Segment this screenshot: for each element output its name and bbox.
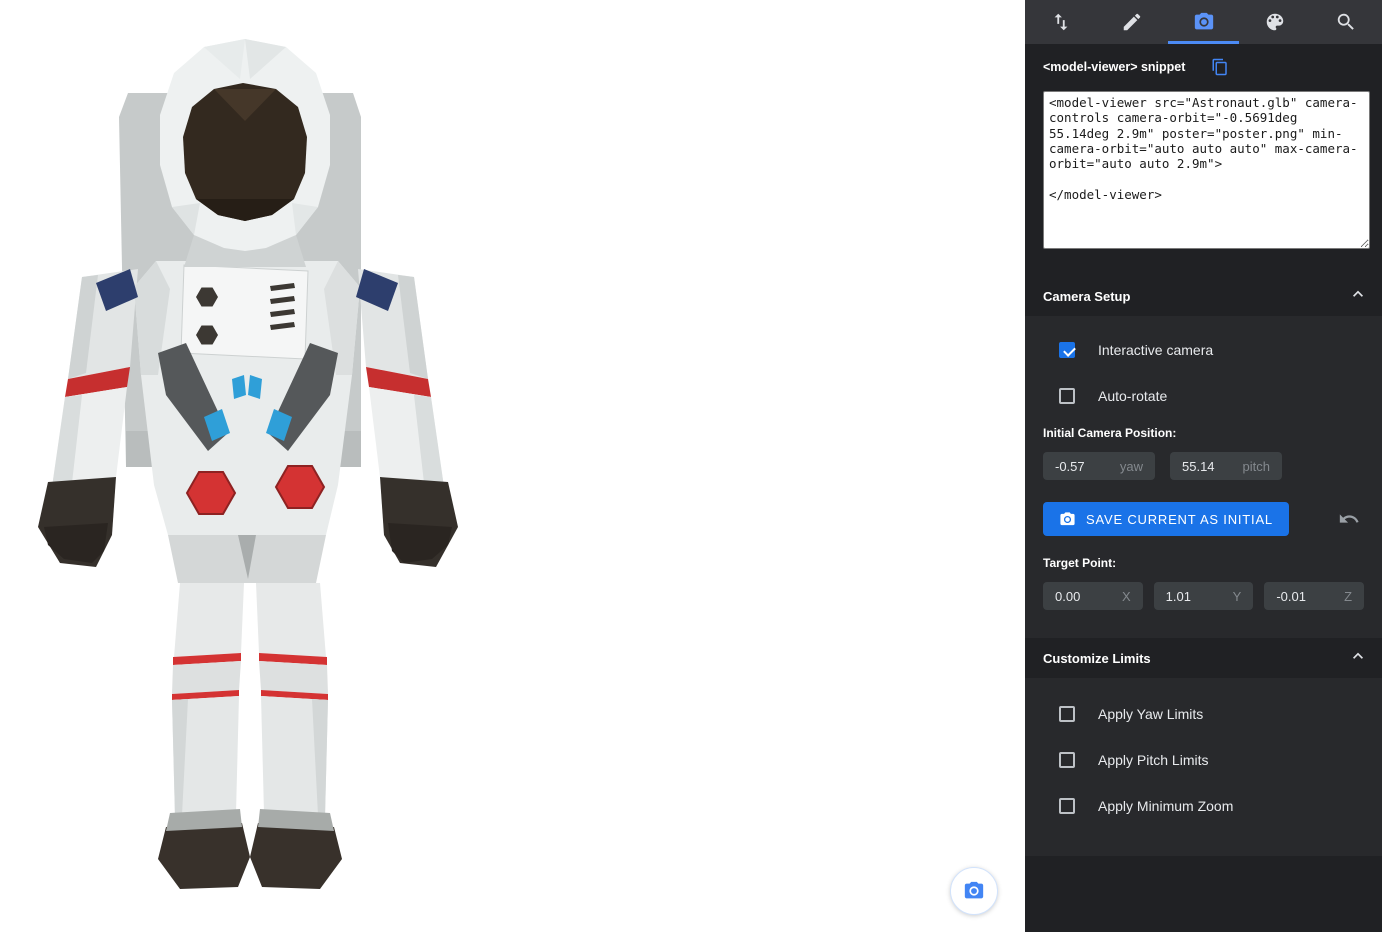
target-point-label: Target Point: xyxy=(1025,556,1382,570)
snippet-section: <model-viewer> snippet <model-viewer src… xyxy=(1025,44,1382,276)
pitch-input[interactable] xyxy=(1182,459,1234,474)
pitch-field[interactable]: pitch xyxy=(1170,452,1282,480)
target-y-field[interactable]: Y xyxy=(1154,582,1254,610)
camera-setup-title: Camera Setup xyxy=(1043,289,1130,304)
tab-import-export[interactable] xyxy=(1025,0,1096,44)
pencil-icon xyxy=(1121,11,1143,33)
camera-icon xyxy=(963,880,985,902)
search-icon xyxy=(1335,11,1357,33)
tab-edit[interactable] xyxy=(1096,0,1167,44)
interactive-camera-checkbox[interactable] xyxy=(1059,342,1075,358)
camera-icon xyxy=(1193,11,1215,33)
astronaut-3d-model xyxy=(8,35,488,895)
target-y-input[interactable] xyxy=(1166,589,1218,604)
model-viewport[interactable] xyxy=(0,0,1025,932)
camera-setup-body: Interactive camera Auto-rotate Initial C… xyxy=(1025,316,1382,638)
tab-camera[interactable] xyxy=(1168,0,1239,44)
customize-limits-header[interactable]: Customize Limits xyxy=(1025,638,1382,678)
apply-pitch-limits-checkbox[interactable] xyxy=(1059,752,1075,768)
pitch-suffix-label: pitch xyxy=(1243,459,1270,474)
palette-icon xyxy=(1264,11,1286,33)
chevron-up-icon[interactable] xyxy=(1348,284,1368,309)
target-z-input[interactable] xyxy=(1276,589,1328,604)
customize-limits-title: Customize Limits xyxy=(1043,651,1151,666)
target-x-field[interactable]: X xyxy=(1043,582,1143,610)
tab-inspector[interactable] xyxy=(1311,0,1382,44)
auto-rotate-checkbox[interactable] xyxy=(1059,388,1075,404)
undo-icon xyxy=(1338,508,1360,530)
chevron-up-icon[interactable] xyxy=(1348,646,1368,671)
initial-camera-position-label: Initial Camera Position: xyxy=(1025,426,1382,440)
capture-camera-fab[interactable] xyxy=(950,867,998,915)
target-z-axis-label: Z xyxy=(1344,589,1352,604)
apply-pitch-limits-label: Apply Pitch Limits xyxy=(1098,752,1208,768)
apply-minimum-zoom-checkbox[interactable] xyxy=(1059,798,1075,814)
apply-yaw-limits-label: Apply Yaw Limits xyxy=(1098,706,1203,722)
import-export-icon xyxy=(1050,11,1072,33)
snippet-code-textarea[interactable]: <model-viewer src="Astronaut.glb" camera… xyxy=(1043,91,1370,249)
apply-yaw-limits-checkbox[interactable] xyxy=(1059,706,1075,722)
editor-panel: <model-viewer> snippet <model-viewer src… xyxy=(1025,0,1382,932)
save-current-as-initial-button[interactable]: SAVE CURRENT AS INITIAL xyxy=(1043,502,1289,536)
yaw-field[interactable]: yaw xyxy=(1043,452,1155,480)
interactive-camera-label: Interactive camera xyxy=(1098,342,1213,358)
auto-rotate-label: Auto-rotate xyxy=(1098,388,1167,404)
apply-minimum-zoom-label: Apply Minimum Zoom xyxy=(1098,798,1233,814)
save-button-label: SAVE CURRENT AS INITIAL xyxy=(1086,512,1273,527)
yaw-suffix-label: yaw xyxy=(1120,459,1143,474)
undo-button[interactable] xyxy=(1338,508,1360,530)
panel-tabbar xyxy=(1025,0,1382,44)
panel-filler xyxy=(1025,856,1382,932)
target-x-axis-label: X xyxy=(1122,589,1131,604)
yaw-input[interactable] xyxy=(1055,459,1107,474)
target-x-input[interactable] xyxy=(1055,589,1107,604)
copy-snippet-button[interactable] xyxy=(1211,58,1229,76)
target-y-axis-label: Y xyxy=(1233,589,1242,604)
camera-setup-header[interactable]: Camera Setup xyxy=(1025,276,1382,316)
camera-icon xyxy=(1059,511,1076,528)
customize-limits-body: Apply Yaw Limits Apply Pitch Limits Appl… xyxy=(1025,678,1382,856)
copy-icon xyxy=(1211,58,1229,76)
tab-materials[interactable] xyxy=(1239,0,1310,44)
snippet-title: <model-viewer> snippet xyxy=(1043,60,1185,74)
target-z-field[interactable]: Z xyxy=(1264,582,1364,610)
